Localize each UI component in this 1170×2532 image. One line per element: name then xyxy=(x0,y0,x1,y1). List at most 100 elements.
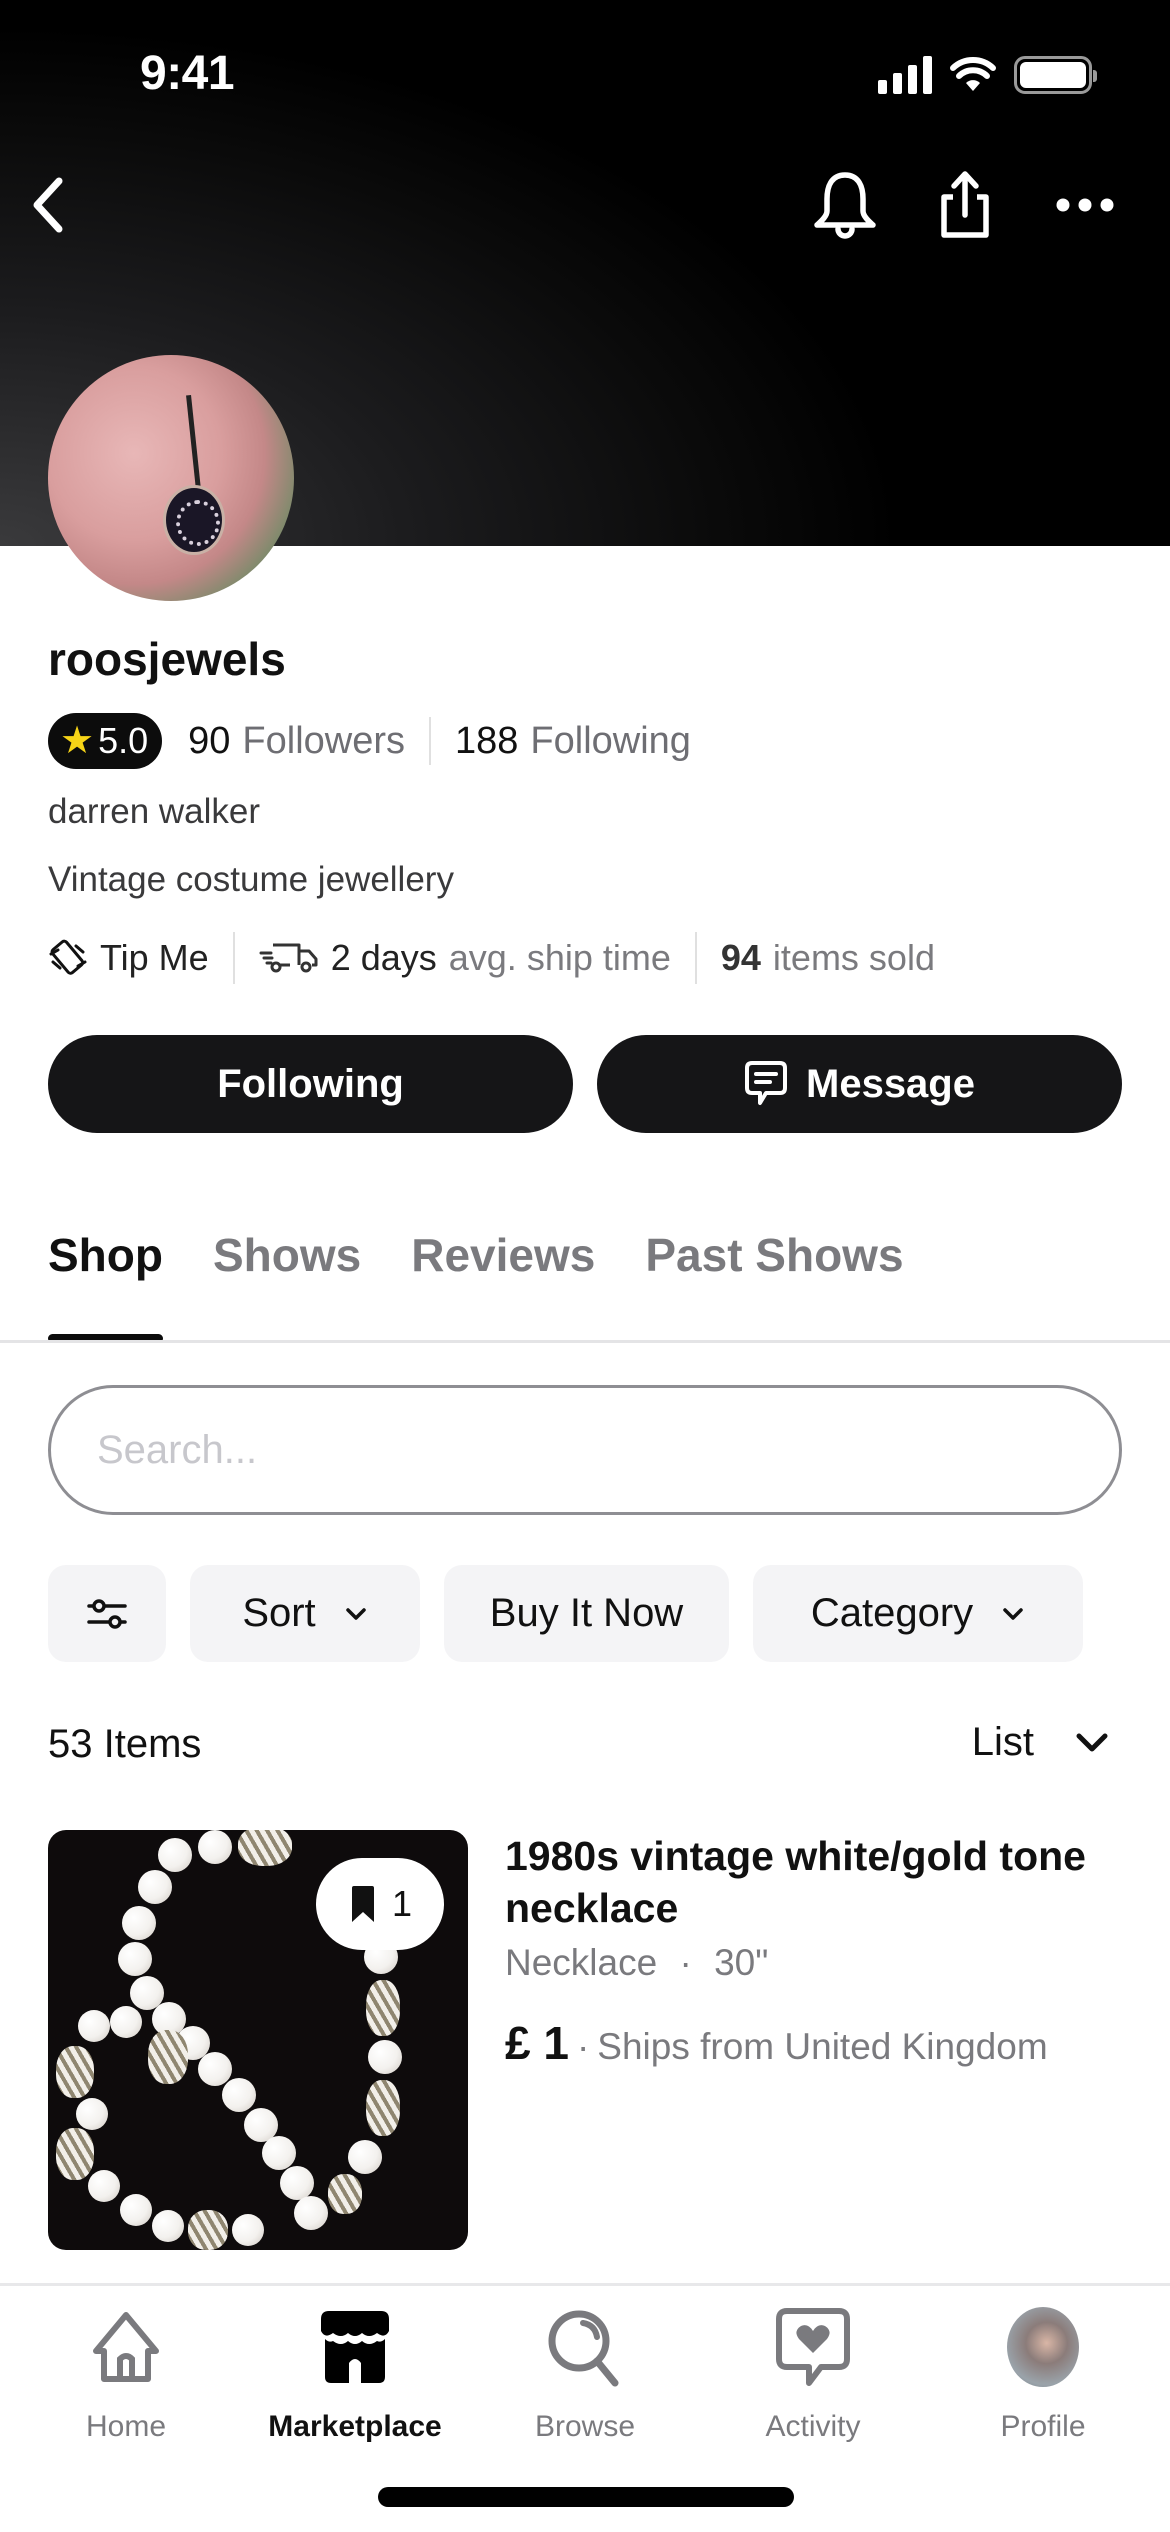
followers-label: Followers xyxy=(242,719,406,762)
tabbar-profile[interactable]: Profile xyxy=(933,2306,1153,2444)
battery-icon xyxy=(1014,56,1097,94)
following-link[interactable]: 188 Following xyxy=(455,720,691,763)
product-subtitle: Necklace · 30" xyxy=(505,1942,768,1984)
followers-count: 90 xyxy=(188,719,231,762)
ship-time-label: avg. ship time xyxy=(448,937,671,978)
items-count: 53 Items xyxy=(48,1722,202,1766)
tabbar-profile-label: Profile xyxy=(1000,2410,1086,2443)
category-label: Category xyxy=(810,1591,974,1635)
profile-avatar[interactable] xyxy=(48,355,294,601)
search-icon xyxy=(548,2310,619,2387)
product-title: 1980s vintage white/gold tone necklace xyxy=(505,1833,1086,1931)
bookmark-icon xyxy=(351,1886,374,1922)
separator: · xyxy=(679,1942,692,1983)
separator: · xyxy=(576,2026,590,2067)
sort-dropdown[interactable]: Sort xyxy=(190,1565,420,1662)
more-options-button[interactable] xyxy=(1045,170,1125,240)
saves-badge[interactable]: 1 xyxy=(316,1858,444,1950)
product-size: 30" xyxy=(714,1942,769,1983)
shop-search-input[interactable] xyxy=(48,1385,1122,1515)
real-name: darren walker xyxy=(48,792,261,831)
more-horizontal-icon xyxy=(1056,198,1114,212)
items-sold-count: 94 xyxy=(720,937,761,978)
tab-past-shows[interactable]: Past Shows xyxy=(645,1228,903,1282)
tab-reviews[interactable]: Reviews xyxy=(411,1228,595,1282)
ships-from: Ships from United Kingdom xyxy=(597,2026,1048,2067)
share-icon xyxy=(941,171,989,238)
status-time: 9:41 xyxy=(140,47,235,100)
tabbar-home[interactable]: Home xyxy=(16,2306,236,2444)
message-button-label: Message xyxy=(806,1061,975,1106)
tab-shows[interactable]: Shows xyxy=(213,1228,361,1282)
following-button[interactable]: Following xyxy=(48,1035,573,1133)
tab-shop[interactable]: Shop xyxy=(48,1228,163,1343)
product-category: Necklace xyxy=(505,1942,658,1983)
tip-me-label: Tip Me xyxy=(100,937,209,978)
buy-it-now-label: Buy It Now xyxy=(489,1591,684,1635)
tabs-divider xyxy=(0,1340,1170,1343)
profile-tabs: Shop Shows Reviews Past Shows xyxy=(48,1228,904,1343)
fast-delivery-truck-icon xyxy=(259,943,318,973)
filter-chips: Sort Buy It Now Category xyxy=(48,1565,1083,1662)
tabbar-home-label: Home xyxy=(85,2410,167,2443)
tabbar-browse-label: Browse xyxy=(534,2410,636,2443)
product-price: £ 1 xyxy=(505,2017,569,2069)
product-price-row: £ 1 · Ships from United Kingdom xyxy=(505,2016,1048,2070)
bell-icon xyxy=(814,172,876,239)
notifications-button[interactable] xyxy=(805,170,885,240)
username: roosjewels xyxy=(48,633,286,685)
wifi-icon xyxy=(950,57,996,91)
buy-it-now-filter[interactable]: Buy It Now xyxy=(444,1565,729,1662)
product-image: 1 xyxy=(48,1830,468,2250)
tabbar-activity-label: Activity xyxy=(765,2410,861,2443)
following-count: 188 xyxy=(455,719,519,762)
divider xyxy=(694,932,697,984)
chevron-left-icon xyxy=(33,177,63,233)
heart-message-icon xyxy=(776,2308,850,2386)
chevron-down-icon xyxy=(1003,1607,1023,1620)
items-sold-label: items sold xyxy=(772,937,935,978)
chevron-down-icon xyxy=(345,1607,366,1620)
message-button[interactable]: Message xyxy=(597,1035,1122,1133)
followers-link[interactable]: 90 Followers xyxy=(188,720,405,763)
view-mode-label: List xyxy=(971,1720,1034,1764)
tabbar-browse[interactable]: Browse xyxy=(475,2306,695,2444)
profile-avatar-icon xyxy=(1007,2307,1079,2387)
tip-money-icon xyxy=(49,939,87,975)
cellular-signal-icon xyxy=(878,56,932,94)
avatar-photo-detail xyxy=(163,485,225,555)
tip-me-button[interactable]: Tip Me xyxy=(48,937,209,979)
storefront-icon xyxy=(321,2311,389,2383)
category-dropdown[interactable]: Category xyxy=(753,1565,1083,1662)
ship-time-stat: 2 days avg. ship time xyxy=(259,937,671,979)
avatar-photo-detail xyxy=(186,394,201,491)
status-icons xyxy=(878,56,1097,94)
back-button[interactable] xyxy=(18,170,78,240)
home-icon xyxy=(93,2312,159,2382)
chevron-down-icon xyxy=(1076,1733,1108,1751)
rating-value: 5.0 xyxy=(98,720,149,761)
seller-meta-row: Tip Me 2 days avg. ship time 94 items so… xyxy=(48,928,935,988)
items-sold-stat: 94 items sold xyxy=(721,937,935,979)
saves-count: 1 xyxy=(391,1883,413,1924)
bio: Vintage costume jewellery xyxy=(48,860,454,899)
filters-button[interactable] xyxy=(48,1565,166,1662)
tabbar-activity[interactable]: Activity xyxy=(703,2306,923,2444)
star-icon: ★ xyxy=(60,720,95,762)
sort-label: Sort xyxy=(242,1591,316,1635)
view-mode-dropdown[interactable]: List xyxy=(972,1720,1110,1765)
tabbar-marketplace[interactable]: Marketplace xyxy=(245,2306,465,2444)
chat-bubble-icon xyxy=(745,1061,787,1105)
share-button[interactable] xyxy=(925,170,1005,240)
divider xyxy=(429,717,432,765)
rating-badge[interactable]: ★ 5.0 xyxy=(48,713,163,769)
divider xyxy=(232,932,235,984)
ship-time-value: 2 days xyxy=(330,937,437,978)
following-button-label: Following xyxy=(217,1061,404,1106)
tabbar-marketplace-label: Marketplace xyxy=(268,2410,442,2443)
following-label: Following xyxy=(530,719,691,762)
rating-follow-row: ★ 5.0 90 Followers 188 Following xyxy=(48,712,691,770)
home-indicator[interactable] xyxy=(378,2487,794,2507)
product-list-item[interactable]: 1 1980s vintage white/gold tone necklace… xyxy=(48,1830,1122,2250)
sliders-icon xyxy=(87,1598,127,1629)
